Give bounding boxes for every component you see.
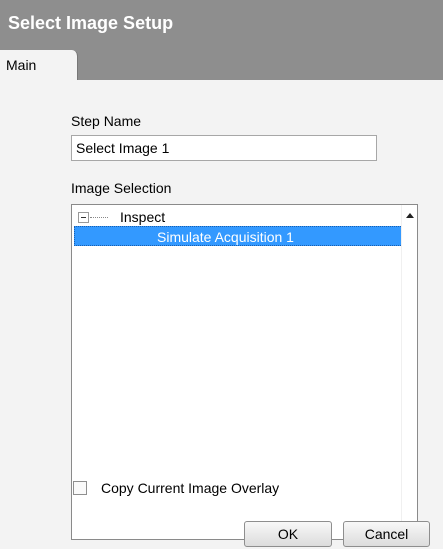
step-name-input[interactable]: Select Image 1: [71, 135, 377, 161]
vertical-scrollbar[interactable]: [401, 205, 417, 539]
cancel-button[interactable]: Cancel: [343, 521, 430, 547]
tree-node-inspect-label: Inspect: [120, 209, 166, 225]
dialog-title: Select Image Setup: [8, 12, 174, 33]
copy-overlay-checkbox[interactable]: [73, 481, 87, 495]
tree-connector: [90, 216, 108, 218]
image-selection-label: Image Selection: [71, 180, 172, 196]
tree-node-simulate-acquisition[interactable]: Simulate Acquisition 1: [74, 226, 403, 246]
tab-strip: Main: [0, 46, 443, 80]
step-name-label: Step Name: [71, 113, 142, 129]
main-panel: Step Name Select Image 1 Image Selection…: [0, 80, 443, 549]
ok-button[interactable]: OK: [244, 521, 332, 547]
copy-overlay-label: Copy Current Image Overlay: [101, 480, 280, 496]
scroll-up-arrow-icon[interactable]: [406, 213, 414, 218]
collapse-icon[interactable]: [78, 211, 89, 223]
dialog: Select Image Setup Main Step Name Select…: [0, 0, 443, 549]
tab-main[interactable]: Main: [0, 50, 78, 80]
copy-overlay-option[interactable]: Copy Current Image Overlay: [73, 480, 279, 496]
title-bar: Select Image Setup: [0, 0, 443, 46]
tree-node-inspect[interactable]: Inspect: [78, 208, 165, 226]
